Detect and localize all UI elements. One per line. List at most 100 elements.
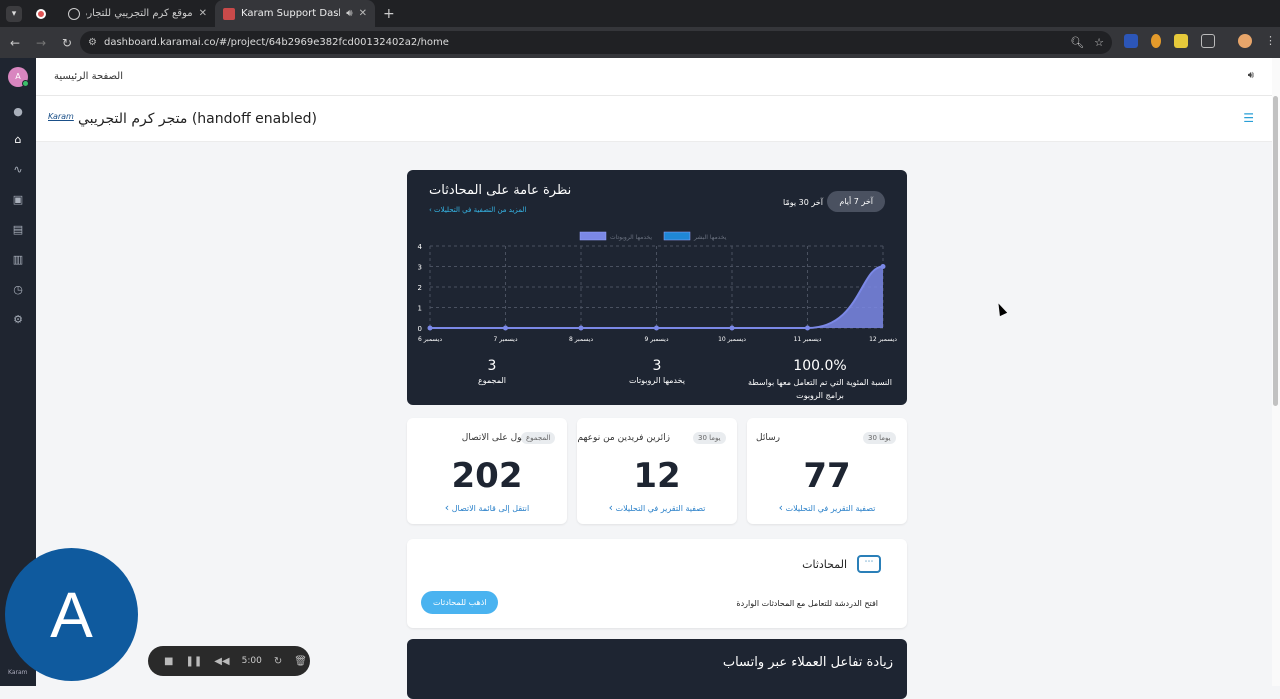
stat-label: النسبة المئوية التي تم التعامل معها بواس… (748, 378, 892, 400)
x-tick-label: ديسمبر 7 (493, 336, 517, 343)
breadcrumb[interactable]: الصفحة الرئيسية (54, 71, 123, 82)
project-header: Karam متجر كرم التجريبي (handoff enabled… (36, 96, 1272, 142)
user-avatar[interactable]: A (8, 67, 29, 87)
history-icon[interactable]: ◷ (11, 283, 25, 297)
stat-total: 3 المجموع (457, 358, 527, 385)
pause-icon[interactable]: ❚❚ (185, 656, 202, 667)
stat-served-by-bots: 3 يخدمها الروبوتات (607, 358, 707, 385)
chat-icon[interactable]: ● (11, 105, 25, 119)
tab-search-button[interactable]: ▾ (6, 5, 22, 22)
card-value: 12 (633, 456, 681, 496)
card-label: زائرين فريدين من نوعهم (577, 433, 670, 443)
legend-swatch (579, 231, 607, 241)
profile-avatar[interactable] (1238, 34, 1252, 48)
browser-tab[interactable]: موقع كرم التجريبي للتجارة الإلـ ✕ (60, 0, 215, 27)
card-period-badge: 30 يوما (693, 432, 726, 444)
y-tick-label: 1 (418, 305, 422, 313)
rewind-icon[interactable]: ◀◀ (214, 656, 229, 667)
close-icon[interactable]: ✕ (199, 8, 207, 19)
go-to-conversations-button[interactable]: اذهب للمحادثات (421, 591, 499, 614)
close-icon[interactable]: ✕ (359, 8, 367, 19)
card-period-badge: 30 يوما (863, 432, 896, 444)
legend-swatch (663, 231, 691, 241)
stat-value: 3 (487, 358, 497, 374)
tab-title: موقع كرم التجريبي للتجارة الإلـ (86, 8, 193, 19)
page-scrollbar[interactable] (1272, 58, 1280, 686)
y-tick-label: 0 (418, 325, 422, 333)
data-point (654, 325, 659, 331)
scrollbar-thumb[interactable] (1273, 96, 1278, 406)
overview-card: نظرة عامة على المحادثات المزيد من التصفي… (407, 170, 907, 405)
library-icon[interactable]: ▤ (11, 223, 25, 237)
whatsapp-title: زيادة تفاعل العملاء عبر واتساب (722, 655, 893, 670)
conversations-card: ⋯ المحادثات افتح الدردشة للتعامل مع المح… (407, 539, 907, 628)
reload-icon[interactable]: ↻ (56, 36, 78, 50)
data-point (729, 325, 735, 331)
chevron-right-icon: › (778, 501, 784, 514)
conversations-desc: افتح الدردشة للتعامل مع المحادثات الوارد… (736, 599, 878, 608)
settings-gear-icon[interactable]: ⚙︎ (11, 313, 25, 327)
activity-icon[interactable]: ∿ (11, 163, 25, 177)
chevron-right-icon: › (444, 501, 450, 514)
filter-sliders-icon[interactable]: ☰ (1243, 111, 1254, 125)
delete-icon[interactable]: 🗑︎ (294, 656, 307, 667)
home-icon[interactable]: ⌂ (11, 133, 25, 147)
karam-favicon-icon (223, 7, 235, 20)
card-label: رسائل (756, 433, 780, 443)
x-tick-label: ديسمبر 12 (869, 336, 897, 343)
whatsapp-card: زيادة تفاعل العملاء عبر واتساب (407, 639, 907, 699)
sidebar-footer-logo: Karam (8, 669, 28, 676)
stat-value: 3 (652, 358, 662, 374)
speaker-icon[interactable]: 🔊︎ (346, 8, 352, 19)
sound-icon[interactable]: 🔊︎ (1248, 70, 1254, 81)
conversations-chart: 0 1 2 3 4 ديسمبر 6 ديسمبر 7 ديسمبر 8 ديسمبر 9 ديس… (418, 231, 897, 343)
extension-flame-icon[interactable] (1151, 34, 1161, 48)
restart-icon[interactable]: ↻ (274, 656, 282, 667)
karam-logo: Karam (48, 112, 74, 121)
analytics-icon[interactable]: ▥ (11, 253, 25, 267)
browser-menu-icon[interactable]: ⋮ (1265, 34, 1276, 48)
url-input[interactable]: ⚙︎ dashboard.karamai.co/#/project/64b296… (80, 31, 1112, 54)
browser-tabbar: ▾ موقع كرم التجريبي للتجارة الإلـ ✕ Kara… (0, 0, 1280, 27)
stop-icon[interactable]: ■ (164, 656, 173, 667)
data-point (427, 325, 433, 331)
stat-card-contacts: تم الحصول على الاتصال المجموع 202 انتقل … (407, 418, 567, 524)
forward-icon[interactable]: → (30, 36, 52, 50)
new-tab-button[interactable]: + (375, 0, 403, 27)
url-text: dashboard.karamai.co/#/project/64b2969e3… (104, 37, 449, 48)
recording-tab[interactable] (32, 0, 54, 27)
extension-r-icon[interactable] (1174, 34, 1188, 48)
online-status-icon (22, 80, 29, 87)
browser-tab-active[interactable]: Karam Support Dashb 🔊︎ ✕ (215, 0, 375, 27)
back-icon[interactable]: ← (4, 36, 26, 50)
stat-label: يخدمها الروبوتات (628, 376, 686, 385)
extension-shield-icon[interactable] (1124, 34, 1138, 48)
card-link[interactable]: تصفية التقرير في التحليلات › (577, 501, 737, 514)
card-link[interactable]: تصفية التقرير في التحليلات › (747, 501, 907, 514)
globe-icon (68, 7, 80, 20)
card-period-badge: المجموع (521, 432, 556, 444)
presenter-avatar: A (5, 548, 138, 681)
data-point (578, 325, 584, 331)
stat-bot-percent: 100.0% النسبة المئوية التي تم التعامل مع… (745, 358, 895, 402)
data-point (805, 325, 810, 331)
legend-label: يخدمها الروبوتات (610, 234, 652, 241)
extensions-puzzle-icon[interactable] (1201, 34, 1215, 48)
data-point (880, 264, 886, 269)
zoom-icon[interactable]: 🔍︎ (1070, 36, 1084, 49)
legend-label: يخدمها البشر (693, 234, 727, 241)
bookmark-star-icon[interactable]: ☆ (1094, 36, 1104, 49)
project-title: متجر كرم التجريبي (handoff enabled) (78, 111, 317, 127)
tab-title: Karam Support Dashb (241, 8, 341, 19)
stat-card-unique-visitors: زائرين فريدين من نوعهم 30 يوما 12 تصفية … (577, 418, 737, 524)
site-info-icon[interactable]: ⚙︎ (88, 37, 97, 48)
x-tick-label: ديسمبر 9 (644, 336, 668, 343)
x-tick-label: ديسمبر 8 (569, 336, 593, 343)
address-bar: ← → ↻ ⚙︎ dashboard.karamai.co/#/project/… (0, 27, 1280, 58)
y-tick-label: 3 (418, 264, 422, 272)
contacts-icon[interactable]: ▣ (11, 193, 25, 207)
card-link[interactable]: انتقل إلى قائمة الاتصال › (407, 501, 567, 514)
extensions-area: ⋮ (1124, 34, 1276, 48)
conversations-title: المحادثات (802, 558, 847, 571)
chevron-right-icon: › (608, 501, 614, 514)
